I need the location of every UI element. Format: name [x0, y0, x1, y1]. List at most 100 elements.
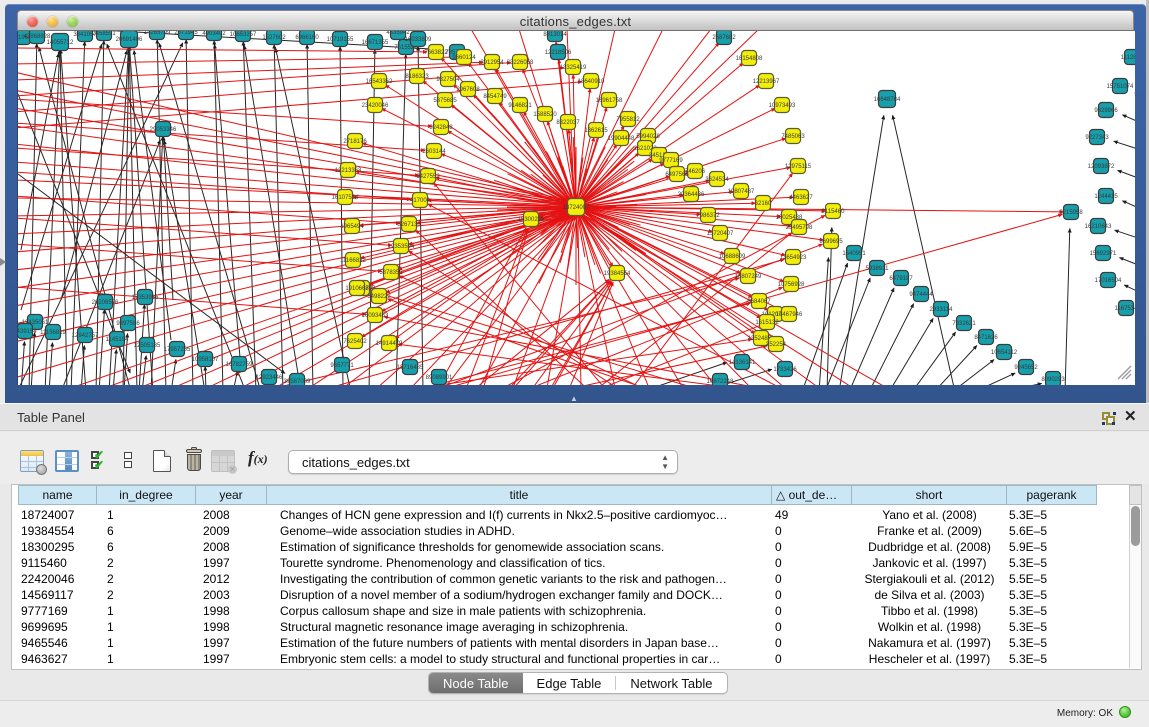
- svg-text:18807249: 18807249: [735, 274, 762, 280]
- svg-text:8267130: 8267130: [397, 222, 421, 228]
- svg-text:8322037: 8322037: [556, 120, 580, 126]
- svg-text:7932621: 7932621: [952, 321, 976, 327]
- svg-text:18724007: 18724007: [563, 205, 590, 211]
- svg-text:20364436: 20364436: [678, 192, 705, 198]
- svg-text:18300295: 18300295: [518, 217, 545, 223]
- svg-text:7485063: 7485063: [781, 134, 805, 140]
- svg-text:8813014: 8813014: [543, 32, 567, 38]
- svg-text:8454749: 8454749: [483, 94, 507, 100]
- svg-text:9427552: 9427552: [416, 174, 440, 180]
- svg-text:20691406: 20691406: [116, 37, 143, 43]
- svg-text:10756928: 10756928: [778, 282, 805, 288]
- svg-text:12942757: 12942757: [72, 333, 99, 339]
- svg-text:18640910: 18640910: [578, 79, 605, 85]
- svg-text:15692971: 15692971: [1090, 251, 1117, 257]
- svg-text:12353594: 12353594: [388, 244, 415, 250]
- svg-text:89089901: 89089901: [426, 375, 453, 381]
- svg-text:17353936: 17353936: [132, 295, 159, 301]
- svg-text:4903402: 4903402: [202, 31, 226, 37]
- svg-text:13325419: 13325419: [560, 65, 587, 71]
- svg-text:10719155: 10719155: [327, 37, 354, 43]
- svg-text:5994028: 5994028: [636, 134, 660, 140]
- svg-text:7955812: 7955812: [616, 117, 640, 123]
- svg-text:19904448: 19904448: [608, 136, 635, 142]
- svg-text:9227343: 9227343: [1085, 135, 1109, 141]
- svg-text:10973493: 10973493: [769, 103, 796, 109]
- svg-text:1362615: 1362615: [584, 128, 608, 134]
- svg-text:23226058: 23226058: [507, 60, 534, 66]
- svg-text:17957255: 17957255: [164, 347, 191, 353]
- svg-text:11166822: 11166822: [340, 258, 366, 264]
- svg-text:16210643: 16210643: [1085, 224, 1112, 230]
- svg-text:1733426: 1733426: [773, 367, 797, 373]
- svg-text:9115460: 9115460: [822, 209, 846, 215]
- svg-text:3215958: 3215958: [1059, 210, 1083, 216]
- svg-text:1965494: 1965494: [340, 224, 364, 230]
- svg-text:1244415: 1244415: [1094, 194, 1118, 200]
- svg-text:1145194: 1145194: [106, 337, 130, 343]
- svg-text:6479197: 6479197: [889, 276, 913, 282]
- svg-text:15720407: 15720407: [707, 231, 734, 237]
- svg-text:1167534: 1167534: [1115, 306, 1135, 312]
- svg-text:5938911: 5938911: [866, 266, 890, 272]
- svg-text:2718176: 2718176: [343, 139, 367, 145]
- svg-text:11156819: 11156819: [40, 330, 66, 336]
- svg-text:16154808: 16154808: [736, 56, 763, 62]
- svg-text:1112843: 1112843: [1121, 55, 1135, 61]
- svg-text:1615132: 1615132: [755, 320, 779, 326]
- svg-text:39587039: 39587039: [284, 379, 311, 385]
- svg-text:12213363: 12213363: [335, 168, 362, 174]
- svg-text:62160: 62160: [755, 201, 772, 207]
- svg-text:2603144: 2603144: [422, 149, 446, 155]
- svg-text:1910668: 1910668: [345, 286, 369, 292]
- svg-text:12505135: 12505135: [134, 343, 161, 349]
- svg-text:12218506: 12218506: [545, 50, 572, 56]
- svg-text:2687682: 2687682: [712, 35, 736, 41]
- svg-text:2571945: 2571945: [174, 31, 198, 36]
- svg-text:10688609: 10688609: [719, 254, 746, 260]
- svg-text:23420046: 23420046: [362, 103, 389, 109]
- svg-text:10654112: 10654112: [991, 350, 1018, 356]
- svg-text:9397586: 9397586: [116, 321, 140, 327]
- svg-text:7625402: 7625402: [343, 339, 367, 345]
- svg-text:6966160: 6966160: [295, 35, 319, 41]
- svg-text:16093483: 16093483: [362, 313, 389, 319]
- svg-text:12093872: 12093872: [1088, 164, 1115, 170]
- svg-text:9242848: 9242848: [429, 125, 453, 131]
- svg-text:23495798: 23495798: [786, 225, 813, 231]
- svg-text:9684067: 9684067: [747, 299, 771, 305]
- svg-text:3624534: 3624534: [705, 177, 729, 183]
- svg-text:417004: 417004: [410, 198, 431, 204]
- svg-text:9699695: 9699695: [819, 239, 843, 245]
- svg-text:10467946: 10467946: [776, 312, 803, 318]
- svg-text:15751074: 15751074: [1107, 84, 1134, 90]
- svg-text:16671355: 16671355: [362, 40, 389, 46]
- svg-text:16033809: 16033809: [405, 37, 432, 43]
- svg-text:16782759: 16782759: [226, 362, 253, 368]
- svg-text:14265799: 14265799: [144, 31, 171, 36]
- svg-text:16543362: 16543362: [366, 79, 393, 85]
- svg-text:13654923: 13654923: [780, 255, 807, 261]
- svg-text:4335942: 4335942: [386, 31, 410, 36]
- svg-text:12213967: 12213967: [753, 79, 780, 85]
- svg-text:9777169: 9777169: [659, 158, 683, 164]
- svg-text:4463627: 4463627: [789, 195, 813, 201]
- svg-text:9245652: 9245652: [1014, 365, 1038, 371]
- svg-text:9657771: 9657771: [330, 363, 354, 369]
- svg-text:5878352: 5878352: [379, 270, 403, 276]
- svg-text:14914479: 14914479: [376, 341, 403, 347]
- svg-text:13716485: 13716485: [397, 365, 424, 371]
- svg-text:2933114: 2933114: [930, 307, 954, 313]
- svg-text:10653257: 10653257: [230, 32, 257, 38]
- svg-text:17016504: 17016504: [1095, 278, 1122, 284]
- svg-text:29053346: 29053346: [150, 127, 177, 133]
- svg-text:12923446: 12923446: [256, 375, 283, 381]
- svg-text:9146821: 9146821: [508, 103, 532, 109]
- svg-text:9327504: 9327504: [436, 77, 460, 83]
- svg-text:1640951: 1640951: [842, 251, 866, 257]
- svg-text:8471626: 8471626: [974, 335, 998, 341]
- svg-text:16648784: 16648784: [874, 97, 901, 103]
- svg-text:12975115: 12975115: [785, 164, 812, 170]
- svg-text:1527602: 1527602: [262, 35, 286, 41]
- svg-text:8090293: 8090293: [1041, 377, 1065, 383]
